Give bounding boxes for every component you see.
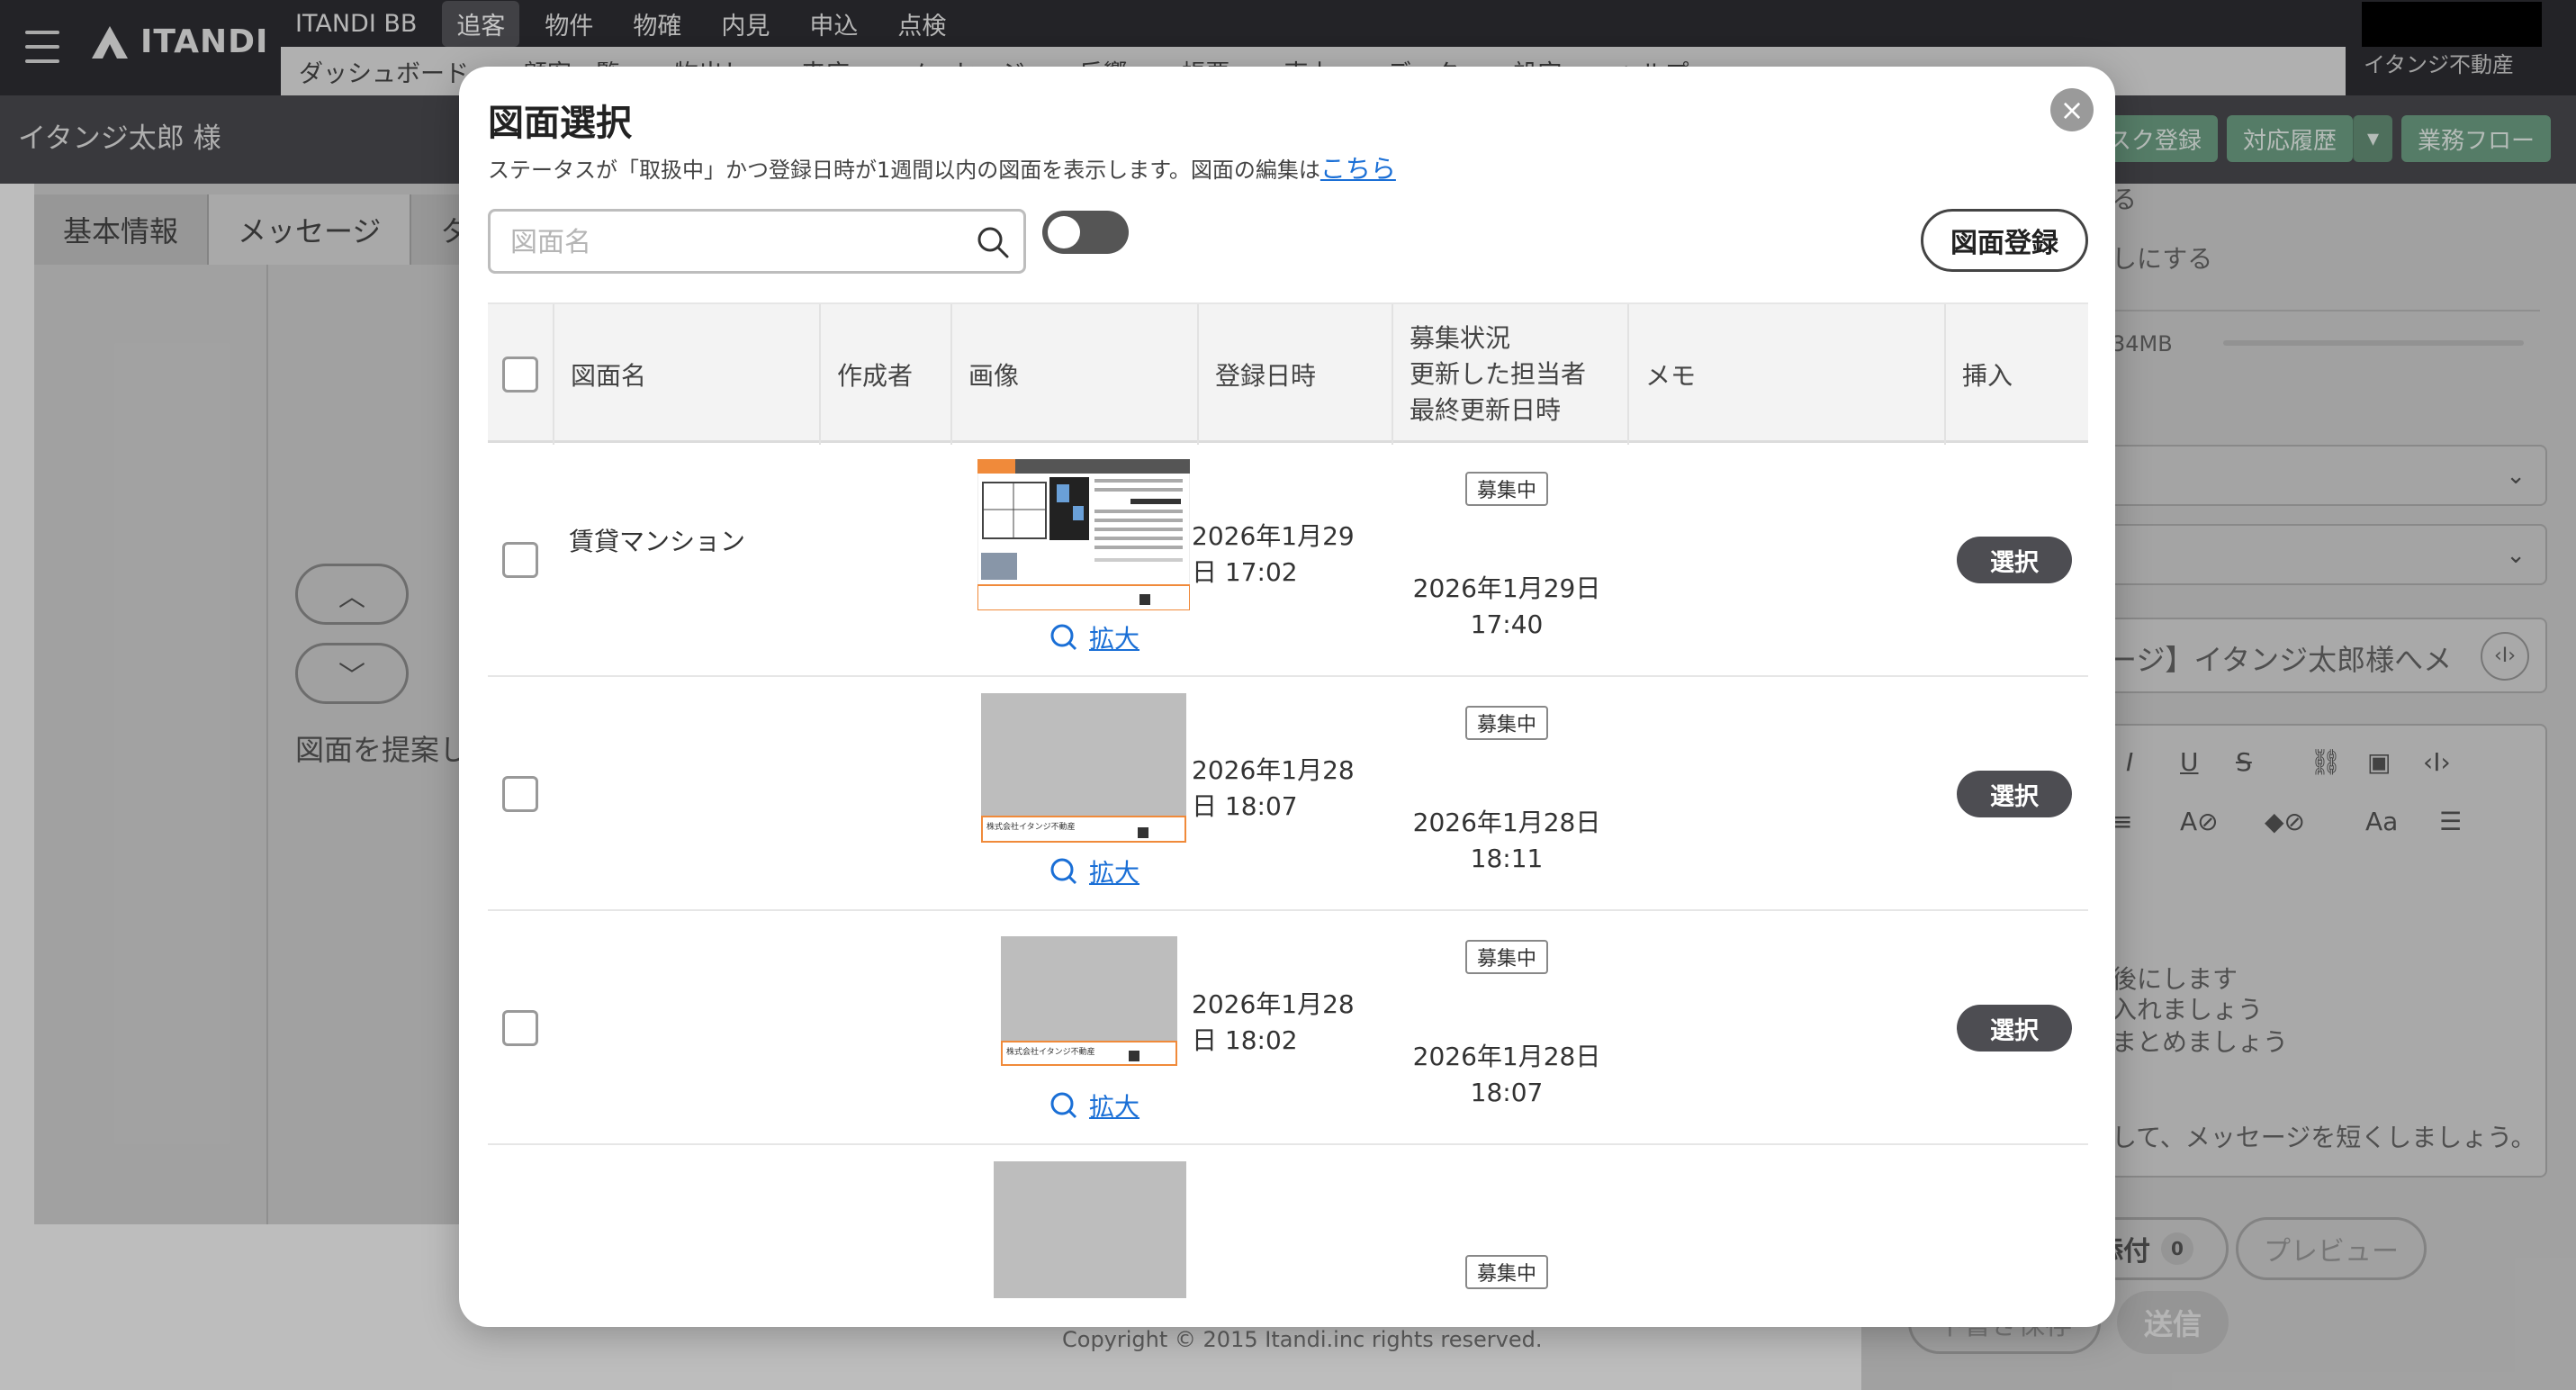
zoom-icon — [1050, 1092, 1077, 1119]
zoom-button[interactable]: 拡大 — [1049, 1088, 1139, 1124]
qr-code-icon — [1129, 1051, 1139, 1061]
registered-datetime: 2026年1月28 日 18:02 — [1192, 987, 1363, 1059]
close-button[interactable]: × — [2050, 88, 2094, 131]
table-row: 株式会社イタンジ不動産 拡大 2026年1月28 日 18:07 募集中 202… — [488, 677, 2088, 911]
zoom-icon — [1050, 624, 1077, 651]
toggle-knob — [1048, 216, 1080, 248]
select-button[interactable]: 選択 — [1957, 537, 2072, 583]
registered-time: 日 18:07 — [1192, 791, 1298, 821]
updated-time: 17:40 — [1470, 609, 1544, 639]
registered-time: 日 17:02 — [1192, 557, 1298, 587]
registered-time: 日 18:02 — [1192, 1025, 1298, 1055]
col-image: 画像 — [952, 304, 1199, 445]
modal-title: 図面選択 — [488, 103, 632, 144]
floor-plan-thumbnail[interactable] — [981, 693, 1186, 816]
col-status-line2: 更新した担当者 — [1410, 359, 1587, 389]
table-row: 募集中 — [488, 1145, 2088, 1327]
floor-plan-thumbnail[interactable] — [1001, 936, 1177, 1041]
modal-description-text: ステータスが「取扱中」かつ登録日時が1週間以内の図面を表示します。図面の編集は — [488, 158, 1320, 183]
col-status-line3: 最終更新日時 — [1410, 395, 1562, 425]
table-row: 賃貸マンション 拡大 2026年1月29 日 17:02 募集中 2026年1月… — [488, 443, 2088, 677]
row-checkbox[interactable] — [502, 1010, 538, 1046]
select-all-checkbox[interactable] — [502, 357, 538, 393]
col-name[interactable]: 図面名 — [554, 304, 821, 445]
thumbnail-footer: 株式会社イタンジ不動産 — [1001, 1041, 1177, 1066]
row-checkbox[interactable] — [502, 776, 538, 812]
registered-date: 2026年1月28 — [1192, 989, 1355, 1019]
floor-plan-thumbnail[interactable] — [977, 459, 1190, 610]
updated-date: 2026年1月29日 — [1412, 573, 1601, 603]
last-updated: 2026年1月29日 17:40 — [1411, 571, 1602, 643]
floor-plan-table: 図面名 作成者 画像 登録日時 募集状況 更新した担当者 最終更新日時 メモ 挿… — [488, 302, 2088, 1327]
status-badge: 募集中 — [1465, 1255, 1548, 1289]
edit-link[interactable]: こちら — [1320, 154, 1396, 184]
status-badge: 募集中 — [1465, 940, 1548, 974]
col-status-line1: 募集状況 — [1410, 323, 1511, 353]
floor-plan-name: 賃貸マンション — [569, 527, 746, 556]
floor-plan-select-modal: 図面選択 ステータスが「取扱中」かつ登録日時が1週間以内の図面を表示します。図面… — [459, 67, 2115, 1327]
zoom-button[interactable]: 拡大 — [1049, 619, 1139, 655]
last-updated: 2026年1月28日 18:07 — [1411, 1039, 1602, 1111]
zoom-label: 拡大 — [1089, 624, 1140, 654]
row-checkbox[interactable] — [502, 542, 538, 578]
thumbnail-company: 株式会社イタンジ不動産 — [1006, 1048, 1095, 1057]
select-button[interactable]: 選択 — [1957, 771, 2072, 817]
modal-description: ステータスが「取扱中」かつ登録日時が1週間以内の図面を表示します。図面の編集はこ… — [488, 149, 1396, 185]
search-input[interactable] — [510, 222, 960, 262]
close-icon: × — [2059, 93, 2085, 127]
register-floor-plan-button[interactable]: 図面登録 — [1921, 209, 2088, 272]
qr-code-icon — [1138, 827, 1148, 838]
zoom-label: 拡大 — [1089, 858, 1140, 888]
registered-date: 2026年1月28 — [1192, 755, 1355, 785]
status-badge: 募集中 — [1465, 706, 1548, 740]
col-memo: メモ — [1629, 304, 1946, 445]
thumbnail-company: 株式会社イタンジ不動産 — [986, 823, 1076, 832]
select-all-cell — [488, 304, 554, 445]
updated-time: 18:07 — [1470, 1078, 1544, 1107]
status-badge: 募集中 — [1465, 472, 1548, 506]
col-registered[interactable]: 登録日時 — [1199, 304, 1393, 445]
search-icon[interactable] — [975, 224, 1011, 260]
table-row: 株式会社イタンジ不動産 拡大 2026年1月28 日 18:02 募集中 202… — [488, 911, 2088, 1145]
search-box — [488, 209, 1026, 274]
col-insert: 挿入 — [1962, 361, 2013, 391]
registered-date: 2026年1月29 — [1192, 521, 1355, 551]
last-updated: 2026年1月28日 18:11 — [1411, 805, 1602, 877]
select-button[interactable]: 選択 — [1957, 1005, 2072, 1052]
thumbnail-footer: 株式会社イタンジ不動産 — [981, 816, 1186, 843]
zoom-button[interactable]: 拡大 — [1049, 853, 1139, 889]
zoom-label: 拡大 — [1089, 1092, 1140, 1122]
zoom-icon — [1050, 858, 1077, 885]
updated-time: 18:11 — [1470, 844, 1544, 873]
registered-datetime: 2026年1月29 日 17:02 — [1192, 519, 1363, 591]
registered-datetime: 2026年1月28 日 18:07 — [1192, 753, 1363, 825]
updated-date: 2026年1月28日 — [1412, 1042, 1601, 1071]
col-status[interactable]: 募集状況 更新した担当者 最終更新日時 — [1393, 304, 1629, 445]
floor-plan-thumbnail[interactable] — [994, 1161, 1186, 1298]
filter-toggle[interactable] — [1042, 211, 1129, 254]
updated-date: 2026年1月28日 — [1412, 808, 1601, 837]
table-header: 図面名 作成者 画像 登録日時 募集状況 更新した担当者 最終更新日時 メモ 挿… — [488, 302, 2088, 445]
col-author[interactable]: 作成者 — [821, 304, 952, 445]
